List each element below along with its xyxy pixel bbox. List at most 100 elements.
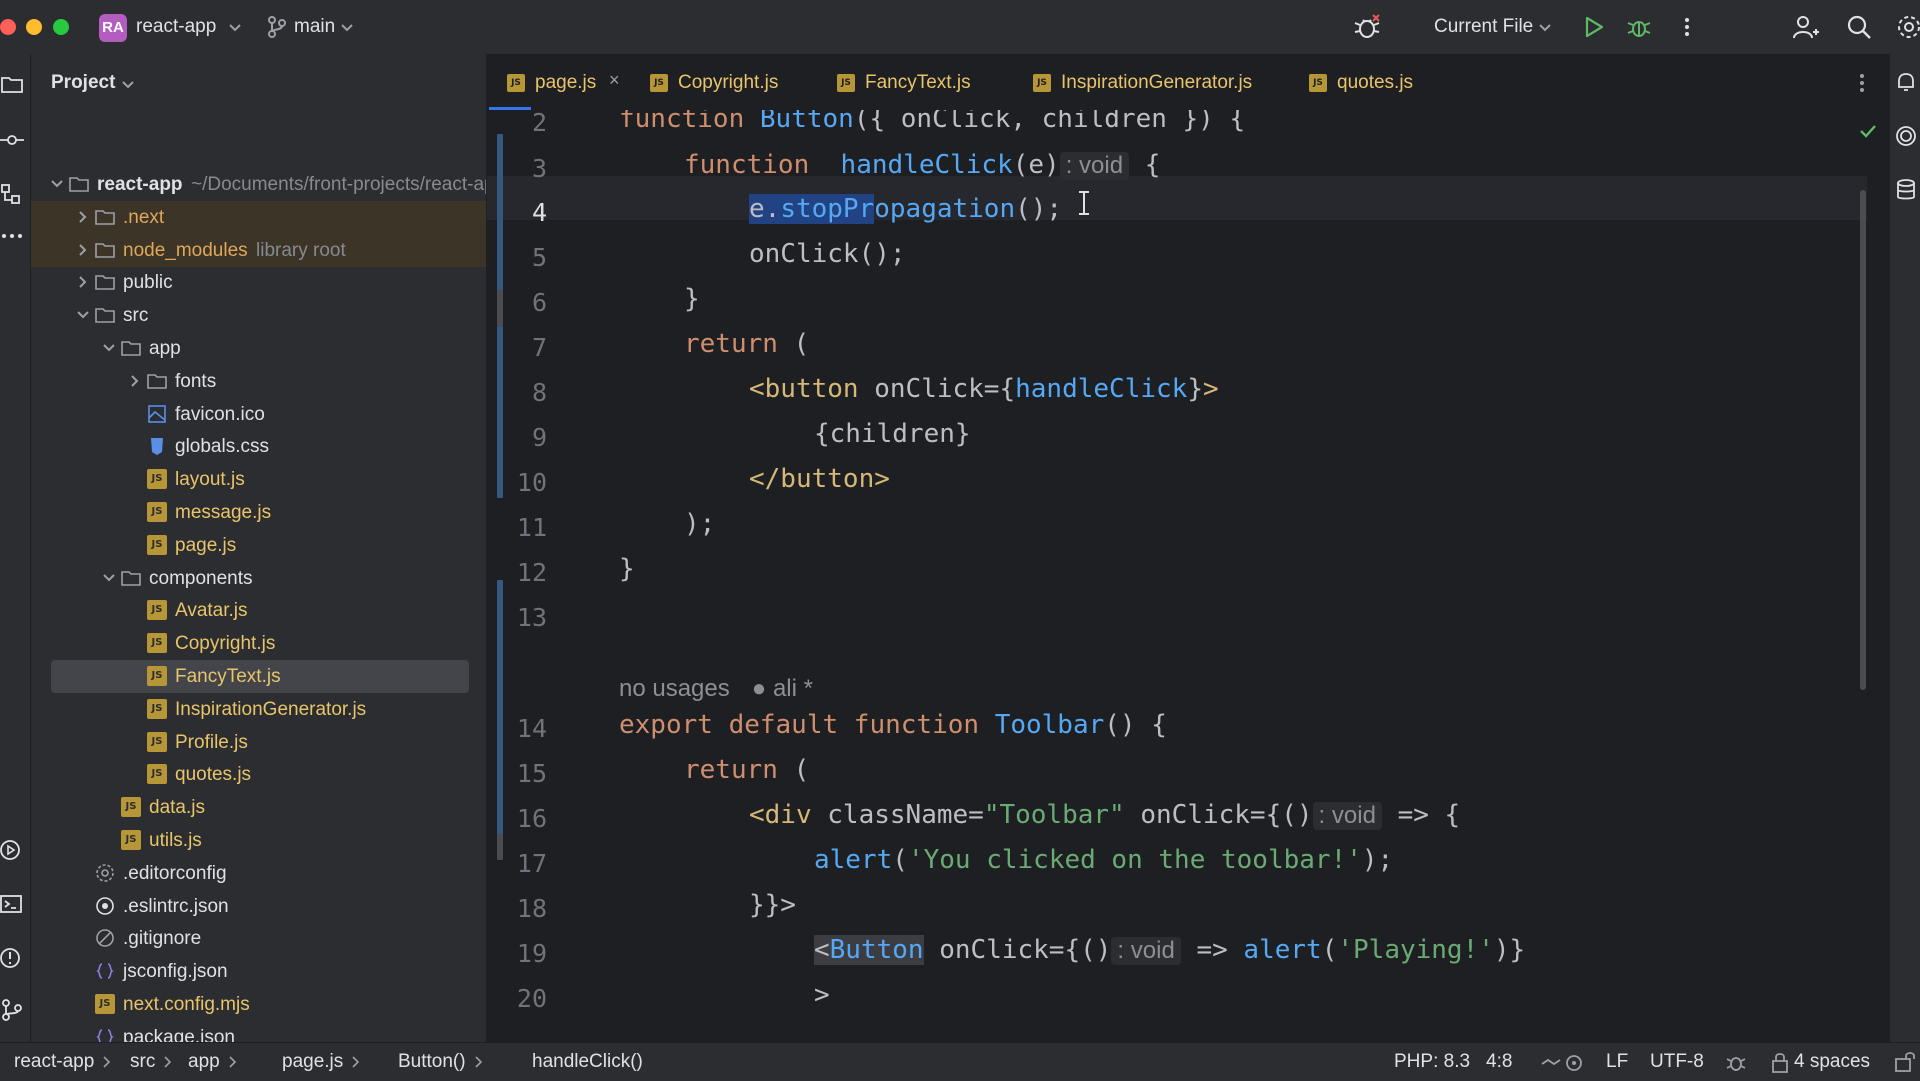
breadcrumb-item[interactable]: Button() [398, 1051, 466, 1073]
chevron-right-icon[interactable] [73, 240, 93, 260]
code-editor[interactable]: 2 3 4 5 6 7 8 9 10 11 12 13 14 15 16 17 18 19 20 function … [487, 110, 1890, 1040]
line-number[interactable]: 7 [487, 333, 547, 362]
tree-item[interactable]: JS data.js [31, 791, 486, 824]
commit-icon[interactable] [0, 128, 24, 152]
tree-item[interactable]: JS next.config.mjs [31, 988, 486, 1021]
line-number[interactable]: 13 [487, 603, 547, 632]
line-number[interactable]: 10 [487, 468, 547, 497]
file-encoding[interactable]: UTF-8 [1650, 1051, 1704, 1073]
tree-item[interactable]: favicon.ico [31, 398, 486, 431]
add-user-icon[interactable] [1790, 12, 1820, 42]
database-icon[interactable] [1894, 178, 1918, 202]
tree-item[interactable]: fonts [31, 365, 486, 398]
tree-item[interactable]: JS quotes.js [31, 758, 486, 791]
line-number[interactable]: 5 [487, 243, 547, 272]
php-version[interactable]: PHP: 8.3 [1394, 1051, 1470, 1073]
tree-item[interactable]: JS utils.js [31, 824, 486, 857]
tree-item[interactable]: JS page.js [31, 529, 486, 562]
chevron-right-icon[interactable] [73, 207, 93, 227]
line-separator[interactable]: LF [1606, 1051, 1628, 1073]
problems-icon[interactable] [0, 946, 24, 970]
more-vertical-icon[interactable] [1672, 12, 1702, 42]
breadcrumb-item[interactable]: react-app [14, 1051, 94, 1073]
chevron-down-icon[interactable] [340, 16, 354, 38]
line-number[interactable]: 6 [487, 288, 547, 317]
search-icon[interactable] [1844, 12, 1874, 42]
git-icon[interactable] [0, 998, 24, 1022]
line-number[interactable]: 16 [487, 804, 547, 833]
tree-item[interactable]: JS Copyright.js [31, 627, 486, 660]
line-number[interactable]: 15 [487, 759, 547, 788]
breadcrumb-item[interactable]: src [130, 1051, 155, 1073]
tree-item[interactable]: JS InspirationGenerator.js [31, 693, 486, 726]
structure-icon[interactable] [0, 182, 24, 206]
chevron-right-icon[interactable] [73, 272, 93, 292]
tab-options-icon[interactable] [1847, 68, 1877, 98]
tree-item[interactable]: .editorconfig [31, 857, 486, 890]
chevron-down-icon[interactable] [99, 338, 119, 358]
chevron-down-icon[interactable] [47, 174, 67, 194]
line-number[interactable]: 18 [487, 894, 547, 923]
run-configuration-selector[interactable]: Current File [1434, 16, 1533, 38]
chevron-down-icon[interactable] [228, 16, 242, 38]
tree-item[interactable]: .eslintrc.json [31, 890, 486, 923]
tree-item[interactable]: node_modules library root [31, 233, 486, 267]
more-horizontal-icon[interactable] [0, 224, 24, 248]
branch-switcher[interactable]: main [294, 16, 335, 38]
project-panel-title[interactable]: Project [51, 72, 115, 94]
author-hint[interactable]: ali * [773, 675, 813, 702]
line-number[interactable]: 12 [487, 558, 547, 587]
tree-item[interactable]: app [31, 332, 486, 365]
vcs-sync-icon[interactable] [1540, 1052, 1586, 1074]
line-number[interactable]: 2 [487, 110, 547, 137]
no-problems-check-icon[interactable] [1859, 122, 1877, 140]
tree-item[interactable]: JS layout.js [31, 463, 486, 496]
read-only-toggle-icon[interactable] [1894, 1051, 1916, 1073]
line-number[interactable]: 20 [487, 984, 547, 1013]
bug-debug-icon[interactable] [1352, 12, 1382, 42]
breadcrumb-item[interactable]: handleClick() [532, 1051, 643, 1073]
tree-item[interactable]: public [31, 266, 486, 299]
tree-item[interactable]: src [31, 299, 486, 332]
code-vision-hint[interactable]: no usages ● ali * [619, 675, 813, 703]
line-number[interactable]: 19 [487, 939, 547, 968]
close-tab-icon[interactable]: × [609, 70, 620, 91]
notifications-bell-icon[interactable] [1894, 70, 1918, 94]
minimize-window-button[interactable] [26, 19, 42, 35]
close-window-button[interactable] [0, 19, 16, 35]
run-tool-icon[interactable] [0, 838, 24, 862]
tree-item[interactable]: JS Profile.js [31, 726, 486, 759]
tree-item[interactable]: package.json [31, 1021, 486, 1042]
tree-item[interactable]: JS Avatar.js [31, 594, 486, 627]
lock-icon[interactable] [1770, 1051, 1792, 1075]
line-number[interactable]: 4 [487, 198, 547, 227]
tree-item[interactable]: JS FancyText.js [31, 660, 486, 693]
inspection-bug-icon[interactable] [1724, 1051, 1748, 1075]
tree-item[interactable]: components [31, 562, 486, 595]
tree-item[interactable]: .next [31, 200, 486, 234]
line-number[interactable]: 9 [487, 423, 547, 452]
line-number[interactable]: 8 [487, 378, 547, 407]
caret-position[interactable]: 4:8 [1486, 1051, 1512, 1073]
ai-assistant-icon[interactable] [1894, 124, 1918, 148]
tree-item[interactable]: globals.css [31, 430, 486, 463]
chevron-down-icon[interactable] [121, 76, 135, 94]
chevron-down-icon[interactable] [99, 568, 119, 588]
chevron-down-icon[interactable] [1538, 16, 1552, 38]
line-number[interactable]: 14 [487, 714, 547, 743]
settings-gear-icon[interactable] [1894, 12, 1920, 42]
usages-hint[interactable]: no usages [619, 675, 730, 702]
line-number[interactable]: 3 [487, 154, 547, 183]
line-number[interactable]: 17 [487, 849, 547, 878]
debug-icon[interactable] [1624, 12, 1654, 42]
terminal-icon[interactable] [0, 892, 24, 916]
breadcrumb-item[interactable]: app [188, 1051, 220, 1073]
chevron-down-icon[interactable] [73, 305, 93, 325]
zoom-window-button[interactable] [53, 19, 69, 35]
line-number[interactable]: 11 [487, 513, 547, 542]
breadcrumb-item[interactable]: page.js [282, 1051, 343, 1073]
editor-scrollbar[interactable] [1860, 190, 1866, 690]
indent-settings[interactable]: 4 spaces [1794, 1051, 1870, 1073]
tree-item[interactable]: JS message.js [31, 496, 486, 529]
project-folder-icon[interactable] [0, 72, 24, 96]
